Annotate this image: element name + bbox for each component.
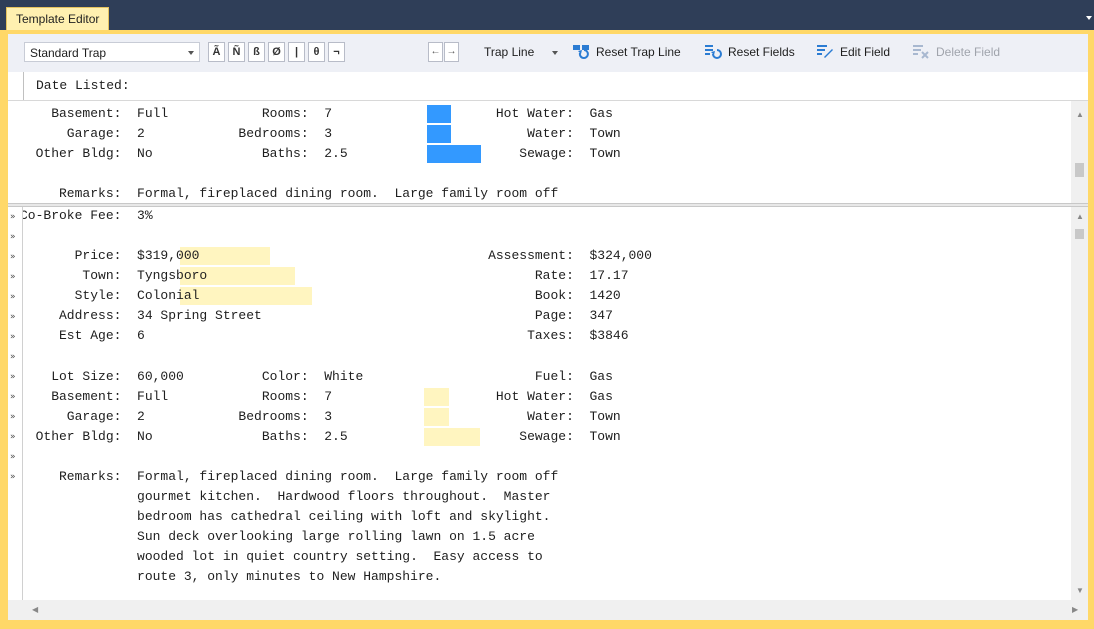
move-left-button[interactable]: ← [428,42,443,62]
text-line: Remarks: Formal, fireplaced dining room.… [23,469,559,484]
tab-template-editor[interactable]: Template Editor [6,7,110,31]
line-marker-icon: » [10,252,16,262]
title-bar: Template Editor [0,0,1094,31]
scroll-left-icon[interactable]: ◀ [32,606,38,614]
top-vertical-scrollbar[interactable]: ▲ [1071,101,1088,203]
insert-char-button[interactable]: Ã [208,42,225,62]
text-line: Co-Broke Fee: 3% [23,208,153,223]
text-line: Style: Colonial Book: 1420 [23,288,621,303]
reset-trap-line-icon [573,45,589,59]
edit-field-button[interactable]: Edit Field [840,44,890,60]
template-select[interactable]: Standard Trap [24,42,200,62]
text-line: Address: 34 Spring Street Page: 347 [23,308,613,323]
scroll-up-icon[interactable]: ▲ [1076,111,1084,119]
text-line: Est Age: 6 Taxes: $3846 [23,328,629,343]
insert-char-button[interactable]: Ø [268,42,285,62]
arrow-left-icon: ← [430,46,441,57]
insert-char-button[interactable]: ß [248,42,265,62]
toolbar: Standard Trap Ã Ñ ß Ø | θ ¬ ← → Trap Lin… [8,34,1088,72]
scroll-up-icon[interactable]: ▲ [1076,213,1084,221]
insert-char-button[interactable]: Ñ [228,42,245,62]
move-right-button[interactable]: → [444,42,459,62]
scroll-thumb[interactable] [1075,229,1084,239]
trap-line-dropdown[interactable]: Trap Line [484,44,534,60]
text-line: Garage: 2 Bedrooms: 3 Water: Town [23,409,621,424]
scroll-thumb[interactable] [1075,163,1084,177]
text-line: Other Bldg: No Baths: 2.5 Sewage: Town [23,429,621,444]
line-marker-icon: » [10,312,16,322]
text-line: Lot Size: 60,000 Color: White Fuel: Gas [23,369,613,384]
line-marker-icon: » [10,432,16,442]
line-marker-icon: » [10,232,16,242]
text-line: bedroom has cathedral ceiling with loft … [23,509,551,524]
text-line: Other Bldg: No Baths: 2.5 Sewage: Town [20,146,621,161]
horizontal-scrollbar[interactable]: ◀ ▶ [8,600,1088,620]
text-line: Garage: 2 Bedrooms: 3 Water: Town [20,126,621,141]
insert-char-button[interactable]: | [288,42,305,62]
template-body-pane[interactable]: Co-Broke Fee: 3% Price: $319,000 Assessm… [23,207,1071,600]
divider [23,72,24,100]
reset-trap-line-button[interactable]: Reset Trap Line [596,44,681,60]
trap-line-pane[interactable]: Basement: Full Rooms: 7 Hot Water: Gas G… [8,101,1071,203]
arrow-right-icon: → [446,46,457,57]
reset-fields-icon [705,45,722,59]
text-line: Price: $319,000 Assessment: $324,000 [23,248,652,263]
text-line: route 3, only minutes to New Hampshire. [23,569,442,584]
line-marker-icon: » [10,332,16,342]
chevron-down-icon [188,51,194,55]
scroll-down-icon[interactable]: ▼ [1076,587,1084,595]
delete-field-button[interactable]: Delete Field [936,44,1000,60]
text-line: Sun deck overlooking large rolling lawn … [23,529,535,544]
text-line: Basement: Full Rooms: 7 Hot Water: Gas [20,106,613,121]
edit-field-icon [817,45,833,58]
line-marker-icon: » [10,392,16,402]
line-marker-icon: » [10,472,16,482]
line-marker-gutter: » » » » » » » » » » » » » » [8,207,23,600]
field-name-bar: Date Listed: [8,72,1088,101]
insert-char-button[interactable]: θ [308,42,325,62]
text-line: wooded lot in quiet country setting. Eas… [23,549,543,564]
text-line: Basement: Full Rooms: 7 Hot Water: Gas [23,389,613,404]
insert-char-button[interactable]: ¬ [328,42,345,62]
text-line: Remarks: Formal, fireplaced dining room.… [20,186,559,201]
line-marker-icon: » [10,292,16,302]
line-marker-icon: » [10,272,16,282]
line-marker-icon: » [10,352,16,362]
text-line: Town: Tyngsboro Rate: 17.17 [23,268,629,283]
scroll-right-icon[interactable]: ▶ [1072,606,1078,614]
line-marker-icon: » [10,452,16,462]
delete-field-icon [913,45,929,59]
field-name-label: Date Listed: [36,78,130,93]
line-marker-icon: » [10,212,16,222]
line-marker-icon: » [10,372,16,382]
window-menu-arrow-icon[interactable] [1086,16,1092,20]
reset-fields-button[interactable]: Reset Fields [728,44,795,60]
line-marker-icon: » [10,412,16,422]
template-select-value: Standard Trap [30,46,107,60]
bottom-vertical-scrollbar[interactable]: ▲ ▼ [1071,207,1088,600]
text-line: gourmet kitchen. Hardwood floors through… [23,489,551,504]
chevron-down-icon [552,51,558,55]
